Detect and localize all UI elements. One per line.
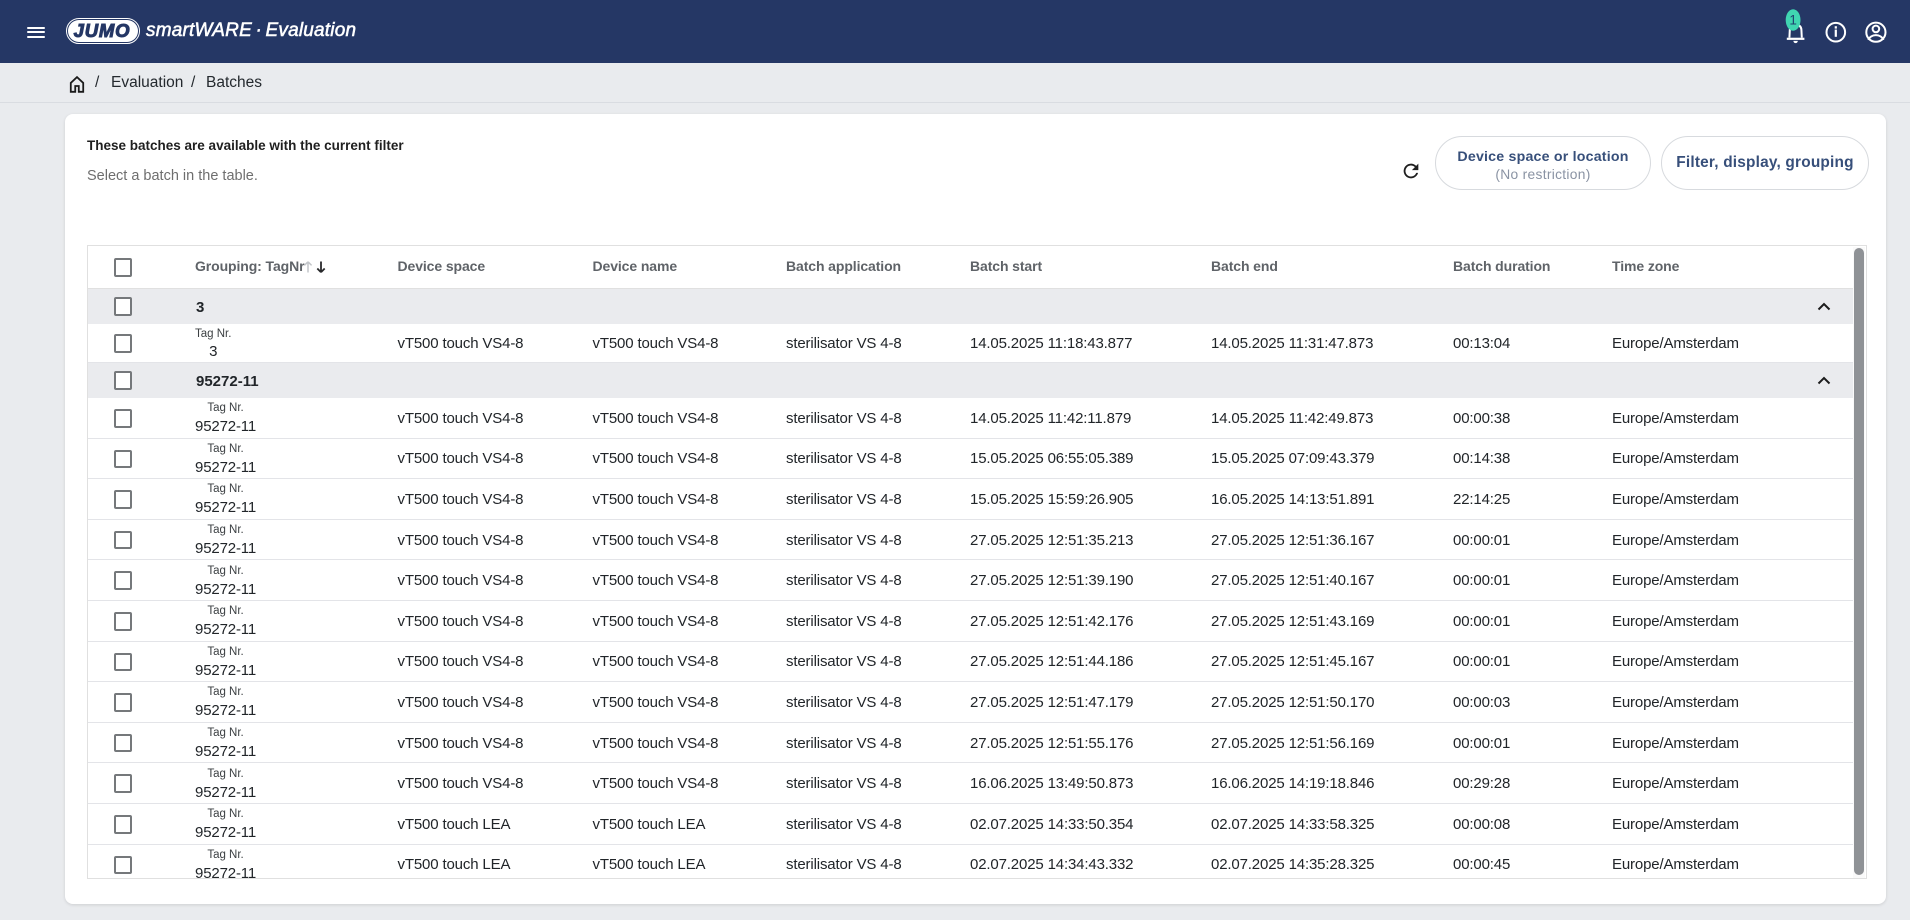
- svg-text:1: 1: [1789, 13, 1797, 28]
